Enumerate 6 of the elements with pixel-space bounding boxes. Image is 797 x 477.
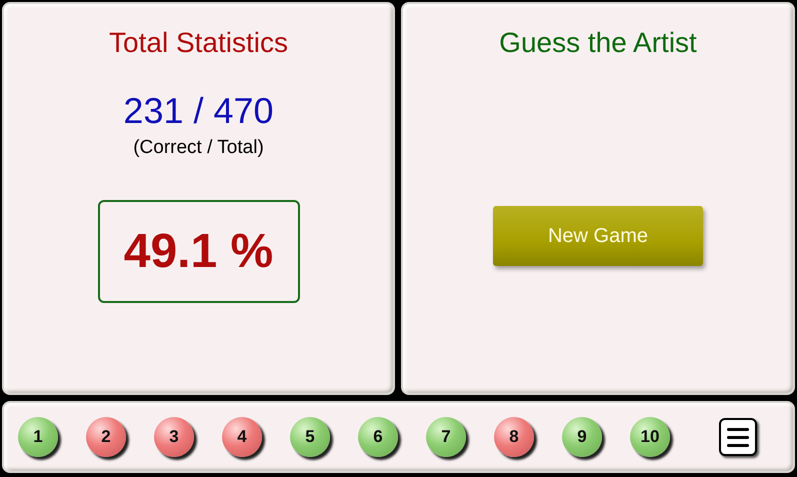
panel-title: Guess the Artist: [499, 26, 697, 60]
menu-icon[interactable]: [719, 418, 757, 456]
score-text: 231 / 470: [123, 90, 274, 132]
percentage-text: 49.1 %: [124, 224, 274, 280]
score-caption: (Correct / Total): [133, 136, 264, 160]
panel-title: Total Statistics: [109, 26, 288, 60]
